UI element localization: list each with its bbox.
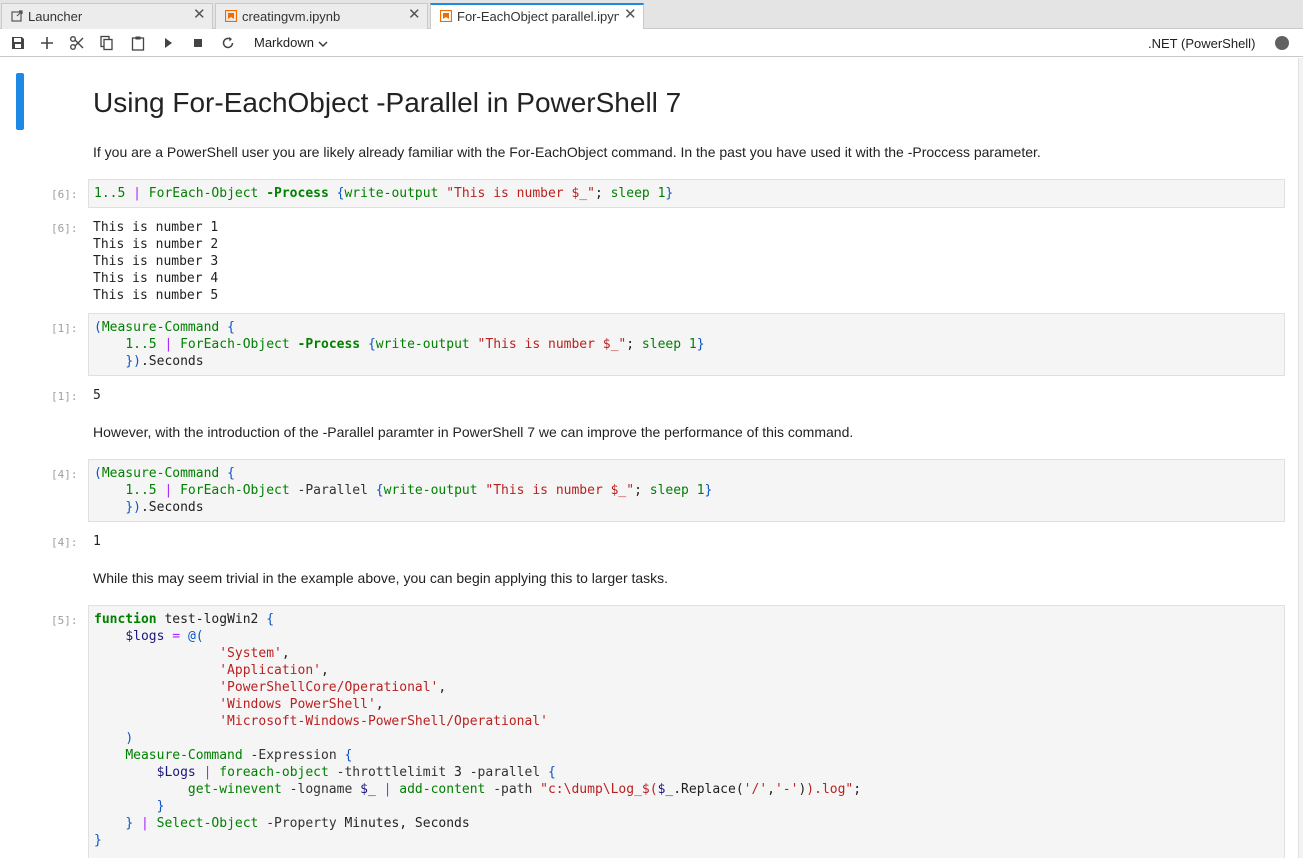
markdown-paragraph: While this may seem trivial in the examp… (93, 570, 669, 586)
output-line: 5 (93, 388, 101, 403)
output-line: This is number 2 (93, 237, 219, 252)
code-text: function test-logWin2 { $logs = @( 'Syst… (94, 612, 862, 848)
cell-output: 1 (93, 533, 101, 550)
code-text: (Measure-Command { 1..5 | ForEach-Object… (94, 466, 713, 515)
cell-output: This is number 1 This is number 2 This i… (93, 219, 218, 304)
notebook-icon (224, 9, 238, 23)
output-line: This is number 4 (93, 271, 219, 286)
copy-icon[interactable] (99, 35, 115, 51)
output-line: This is number 3 (93, 254, 219, 269)
code-cell-input[interactable]: (Measure-Command { 1..5 | ForEach-Object… (88, 459, 1285, 522)
tab-creatingvm[interactable]: creatingvm.ipynb ✕ (215, 3, 428, 29)
run-icon[interactable] (160, 35, 176, 51)
close-icon[interactable]: ✕ (408, 7, 421, 23)
launcher-icon (11, 10, 23, 22)
code-text: (Measure-Command { 1..5 | ForEach-Object… (94, 320, 705, 369)
output-prompt: [4]: (51, 536, 78, 549)
output-line: 1 (93, 534, 101, 549)
notebook-panel: Using For-EachObject -Parallel in PowerS… (0, 58, 1303, 858)
tab-label: Launcher (28, 9, 83, 24)
cell-type-label: Markdown (254, 35, 314, 50)
intro-paragraph: If you are a PowerShell user you are lik… (93, 144, 1041, 160)
cell-type-dropdown[interactable]: Markdown (254, 35, 328, 51)
input-prompt: [6]: (51, 188, 78, 201)
output-prompt: [6]: (51, 222, 78, 235)
output-line: This is number 1 (93, 220, 219, 235)
notebook-toolbar: Markdown .NET (PowerShell) (0, 29, 1303, 57)
add-cell-icon[interactable] (39, 35, 55, 51)
output-prompt: [1]: (51, 390, 78, 403)
scrollbar[interactable] (1298, 58, 1303, 858)
code-cell-input[interactable]: 1..5 | ForEach-Object -Process {write-ou… (88, 179, 1285, 208)
restart-icon[interactable] (220, 35, 236, 51)
input-prompt: [5]: (51, 614, 78, 627)
stop-icon[interactable] (190, 35, 206, 51)
code-cell-input[interactable]: function test-logWin2 { $logs = @( 'Syst… (88, 605, 1285, 858)
output-line: This is number 5 (93, 288, 219, 303)
chevron-down-icon (318, 36, 328, 51)
code-text: 1..5 | ForEach-Object -Process {write-ou… (94, 186, 674, 201)
tab-foreachobject-parallel[interactable]: For-EachObject parallel.ipynb ✕ (430, 3, 644, 30)
kernel-name[interactable]: .NET (PowerShell) (1148, 36, 1255, 51)
tab-launcher[interactable]: Launcher ✕ (1, 3, 213, 29)
tab-label: For-EachObject parallel.ipynb (457, 9, 619, 24)
kernel-status-indicator (1275, 36, 1289, 50)
markdown-paragraph: However, with the introduction of the -P… (93, 424, 854, 440)
tab-bar: Launcher ✕ creatingvm.ipynb ✕ For-EachOb… (0, 0, 1303, 30)
paste-icon[interactable] (130, 35, 146, 51)
input-prompt: [4]: (51, 468, 78, 481)
close-icon[interactable]: ✕ (624, 7, 637, 23)
tab-label: creatingvm.ipynb (242, 9, 341, 24)
close-icon[interactable]: ✕ (193, 7, 206, 23)
notebook-title: Using For-EachObject -Parallel in PowerS… (93, 87, 682, 118)
code-cell-input[interactable]: (Measure-Command { 1..5 | ForEach-Object… (88, 313, 1285, 376)
cut-icon[interactable] (69, 35, 85, 51)
input-prompt: [1]: (51, 322, 78, 335)
active-cell-indicator (16, 73, 24, 130)
notebook-icon (439, 9, 453, 23)
save-icon[interactable] (10, 35, 26, 51)
cell-output: 5 (93, 387, 101, 404)
